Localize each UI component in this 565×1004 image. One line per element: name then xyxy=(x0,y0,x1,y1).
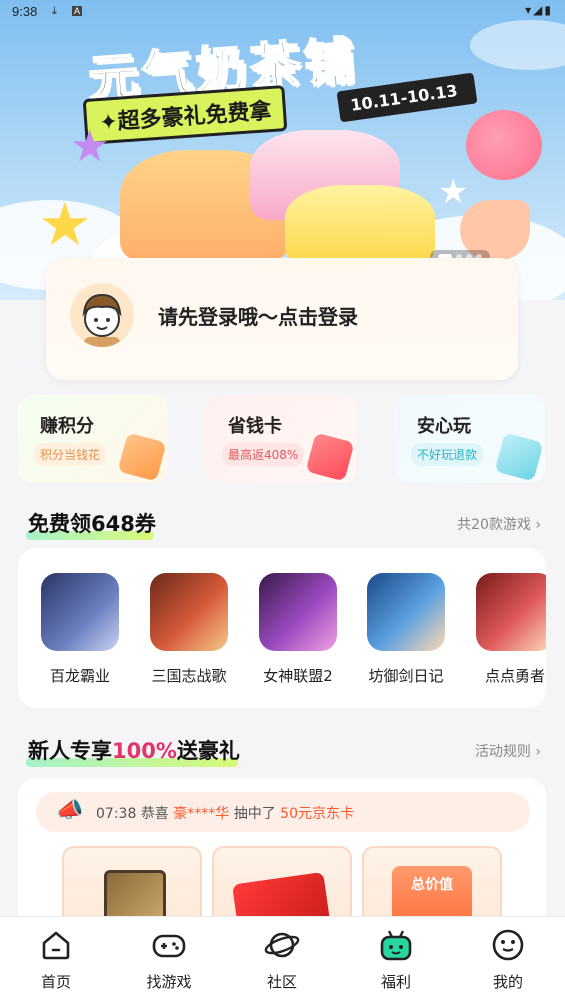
status-time: 9:38 xyxy=(12,4,38,19)
login-card[interactable]: 请先登录哦～点击登录 xyxy=(46,258,518,380)
feature-badge: 积分当钱花 xyxy=(34,443,107,466)
game-icon xyxy=(150,573,228,651)
smile-face-icon xyxy=(490,927,526,963)
battery-icon: ▮ xyxy=(544,3,553,17)
ticker-prefix: 恭喜 xyxy=(140,806,169,822)
feature-earn-points[interactable]: 赚积分 积分当钱花 xyxy=(18,395,168,483)
game-name: 百龙霸业 xyxy=(49,667,110,685)
gamepad-icon xyxy=(151,927,187,963)
tab-community[interactable]: 社区 xyxy=(242,927,322,992)
status-right-icons: ▾◢▮ xyxy=(525,3,553,17)
tab-label: 找游戏 xyxy=(146,973,192,991)
game-item[interactable]: 百龙霸业 xyxy=(35,573,125,686)
tab-label: 我的 xyxy=(492,973,523,991)
winner-ticker: 📣 07:38 恭喜 豪****华 抽中了 50元京东卡 xyxy=(36,792,530,832)
ticker-time: 07:38 xyxy=(96,806,137,822)
login-prompt[interactable]: 请先登录哦～点击登录 xyxy=(158,301,358,330)
card-icon xyxy=(305,432,355,482)
status-bar: 9:38 ⤓ A ▾◢▮ xyxy=(0,0,565,24)
feature-badge: 最高返408% xyxy=(222,443,305,466)
default-avatar xyxy=(70,283,134,347)
milk-tea-cup-yellow xyxy=(285,185,435,265)
signal-icon: ◢ xyxy=(533,3,545,17)
feature-badge: 不好玩退款 xyxy=(411,443,484,466)
shield-icon xyxy=(494,432,544,482)
game-icon xyxy=(367,573,445,651)
tab-label: 首页 xyxy=(40,973,71,991)
purple-star-icon: ★ xyxy=(70,121,110,172)
tab-find-games[interactable]: 找游戏 xyxy=(129,927,209,992)
yellow-star-icon: ★ xyxy=(38,190,92,260)
newbie-gift-title: 新人专享100%送豪礼 xyxy=(26,735,240,767)
feature-safe-play[interactable]: 安心玩 不好玩退款 xyxy=(395,395,545,483)
megaphone-icon: 📣 xyxy=(56,798,84,823)
tab-label: 福利 xyxy=(380,973,411,991)
pink-fuzzball-icon xyxy=(466,110,542,180)
game-name: 女神联盟2 xyxy=(263,667,333,685)
tab-welfare[interactable]: 福利 xyxy=(356,927,436,992)
feature-savings-card[interactable]: 省钱卡 最高返408% xyxy=(206,395,356,483)
newbie-promo-card: 📣 07:38 恭喜 豪****华 抽中了 50元京东卡 总价值 xyxy=(18,778,546,938)
game-icon xyxy=(41,573,119,651)
activity-rules-link[interactable]: 活动规则 › xyxy=(475,741,541,761)
game-item[interactable]: 三国志战歌 xyxy=(144,573,234,686)
planet-icon xyxy=(264,927,300,963)
game-item[interactable]: 坊御剑日记 xyxy=(361,573,451,686)
bottom-tab-bar: 首页 找游戏 社区 福利 我的 xyxy=(0,916,565,1004)
game-item[interactable]: 女神联盟2 xyxy=(253,573,343,686)
tab-home[interactable]: 首页 xyxy=(16,927,96,992)
hero-banner[interactable]: 9:38 ⤓ A ▾◢▮ 元气奶茶铺 ✦超多豪礼免费拿 10.11-10.13 … xyxy=(0,0,565,300)
tab-label: 社区 xyxy=(266,973,297,991)
ticker-user: 豪****华 xyxy=(173,806,230,822)
feature-title: 安心玩 xyxy=(417,416,471,437)
ticker-middle: 抽中了 xyxy=(233,806,276,822)
feature-title: 省钱卡 xyxy=(228,416,282,437)
free-coupon-title: 免费领648券 xyxy=(26,508,156,540)
wifi-icon: ▾ xyxy=(525,3,534,17)
chevron-right-icon: › xyxy=(535,744,541,760)
white-star-icon: ★ xyxy=(438,172,469,212)
tab-mine[interactable]: 我的 xyxy=(468,927,548,992)
game-item[interactable]: 点点勇者 xyxy=(470,573,546,686)
game-name: 坊御剑日记 xyxy=(368,667,444,685)
game-name: 点点勇者 xyxy=(484,667,545,685)
game-icon xyxy=(259,573,337,651)
ticker-prize: 50元京东卡 xyxy=(280,806,354,822)
home-icon xyxy=(38,927,74,963)
free-games-card: 百龙霸业 三国志战歌 女神联盟2 坊御剑日记 点点勇者 xyxy=(18,548,546,708)
a-icon: A xyxy=(72,6,83,16)
game-icon xyxy=(476,573,546,651)
download-icon: ⤓ xyxy=(52,5,57,17)
chevron-right-icon: › xyxy=(535,517,541,533)
coin-card-icon xyxy=(117,432,167,482)
game-name: 三国志战歌 xyxy=(151,667,227,685)
all-games-link[interactable]: 共20款游戏 › xyxy=(457,514,541,534)
gift-robot-icon xyxy=(378,927,414,963)
feature-title: 赚积分 xyxy=(40,416,94,437)
